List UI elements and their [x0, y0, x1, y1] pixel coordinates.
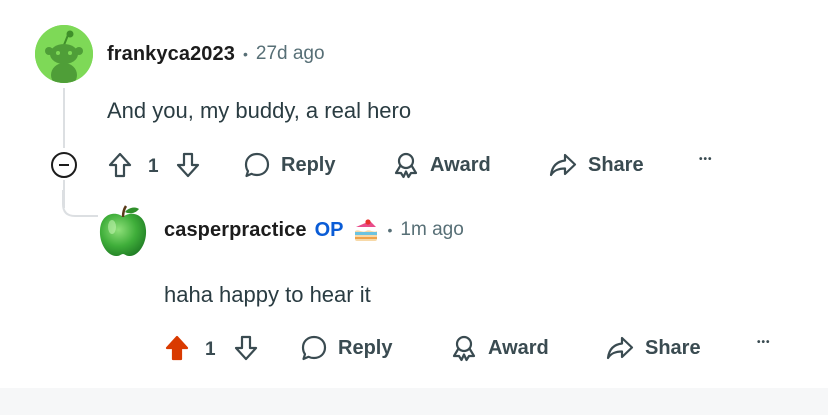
- timestamp[interactable]: 1m ago: [400, 219, 463, 241]
- collapse-thread-button[interactable]: [51, 152, 77, 178]
- share-label: Share: [645, 336, 701, 359]
- comment-meta: casperpractice OP • 1m ago: [164, 215, 464, 245]
- award-ribbon-icon: [394, 152, 418, 179]
- op-badge: OP: [314, 218, 344, 241]
- user-avatar[interactable]: [95, 203, 151, 259]
- more-options-button[interactable]: •••: [757, 337, 771, 348]
- upvote-button[interactable]: [107, 145, 133, 185]
- thread-elbow: [62, 190, 98, 217]
- speech-bubble-icon: [301, 335, 327, 361]
- award-ribbon-icon: [452, 335, 476, 362]
- arrow-down-icon: [234, 335, 258, 361]
- upvote-button[interactable]: [164, 328, 190, 368]
- award-label: Award: [488, 336, 549, 359]
- reply-button[interactable]: Reply: [243, 145, 335, 185]
- page-footer-band: [0, 388, 828, 415]
- vote-count: 1: [205, 339, 216, 360]
- share-label: Share: [588, 153, 644, 176]
- username[interactable]: frankyca2023: [107, 43, 235, 66]
- speech-bubble-icon: [244, 152, 270, 178]
- vote-count: 1: [148, 156, 159, 177]
- snoo-avatar-icon: [35, 25, 93, 83]
- username[interactable]: casperpractice: [164, 219, 307, 242]
- thread-line: [63, 88, 65, 148]
- comment-meta: frankyca2023 • 27d ago: [107, 39, 325, 69]
- more-options-button[interactable]: •••: [699, 154, 713, 165]
- reply-label: Reply: [338, 336, 393, 359]
- green-apple-avatar-icon: [99, 205, 147, 257]
- award-label: Award: [430, 153, 491, 176]
- downvote-button[interactable]: [175, 145, 201, 185]
- reply-button[interactable]: Reply: [300, 328, 392, 368]
- share-arrow-icon: [549, 153, 577, 177]
- share-arrow-icon: [606, 336, 634, 360]
- arrow-up-icon: [108, 152, 132, 178]
- timestamp[interactable]: 27d ago: [256, 43, 325, 65]
- award-button[interactable]: Award: [450, 328, 549, 368]
- award-button[interactable]: Award: [392, 145, 491, 185]
- cake-flair-icon: [354, 219, 377, 241]
- reply-label: Reply: [281, 153, 336, 176]
- meta-separator: •: [242, 46, 248, 62]
- comment-body: And you, my buddy, a real hero: [107, 98, 412, 123]
- user-avatar[interactable]: [35, 25, 93, 83]
- arrow-down-icon: [176, 152, 200, 178]
- downvote-button[interactable]: [233, 328, 259, 368]
- share-button[interactable]: Share: [548, 145, 644, 185]
- arrow-up-icon: [165, 335, 189, 361]
- meta-separator: •: [387, 222, 393, 238]
- share-button[interactable]: Share: [605, 328, 701, 368]
- comment-body: haha happy to hear it: [164, 282, 371, 307]
